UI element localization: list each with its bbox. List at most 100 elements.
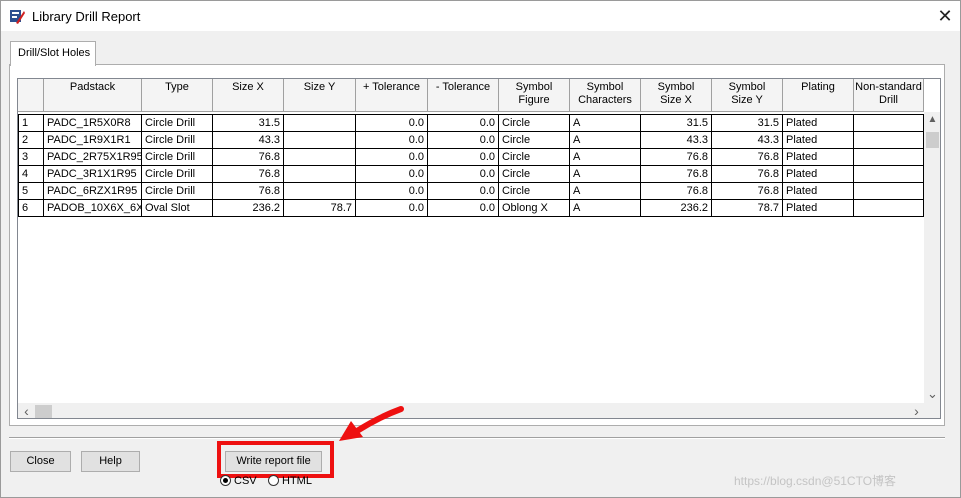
cell-symbol-characters[interactable]: A — [570, 200, 641, 217]
column-header-symbol-size-x[interactable]: Symbol Size X — [641, 79, 712, 112]
cell-minus-tolerance[interactable]: 0.0 — [428, 183, 499, 200]
cell-symbol-figure[interactable]: Circle — [499, 149, 570, 166]
cell-padstack[interactable]: PADC_1R9X1R1 — [44, 132, 142, 149]
column-header-minus-tolerance[interactable]: - Tolerance — [428, 79, 499, 112]
cell-size-x[interactable]: 236.2 — [213, 200, 284, 217]
scroll-right-icon[interactable]: › — [908, 403, 925, 418]
cell-non-standard-drill[interactable] — [854, 149, 924, 166]
cell-type[interactable]: Circle Drill — [142, 132, 213, 149]
table-row[interactable]: 4 PADC_3R1X1R95 Circle Drill 76.8 0.0 0.0 Circ… — [18, 166, 924, 183]
cell-non-standard-drill[interactable] — [854, 183, 924, 200]
csv-radio-indicator[interactable] — [220, 475, 231, 486]
cell-symbol-characters[interactable]: A — [570, 114, 641, 132]
cell-minus-tolerance[interactable]: 0.0 — [428, 166, 499, 183]
cell-row-number[interactable]: 2 — [18, 132, 44, 149]
cell-symbol-size-x[interactable]: 43.3 — [641, 132, 712, 149]
cell-plating[interactable]: Plated — [783, 149, 854, 166]
cell-symbol-figure[interactable]: Circle — [499, 183, 570, 200]
cell-size-y[interactable] — [284, 132, 356, 149]
column-header-row-number[interactable] — [18, 79, 44, 112]
cell-symbol-figure[interactable]: Circle — [499, 132, 570, 149]
close-button[interactable]: Close — [10, 451, 71, 472]
cell-symbol-figure[interactable]: Circle — [499, 114, 570, 132]
horizontal-scroll-thumb[interactable] — [35, 405, 52, 418]
cell-symbol-size-y[interactable]: 31.5 — [712, 114, 783, 132]
cell-symbol-size-y[interactable]: 78.7 — [712, 200, 783, 217]
cell-size-x[interactable]: 76.8 — [213, 166, 284, 183]
cell-size-x[interactable]: 76.8 — [213, 183, 284, 200]
cell-plus-tolerance[interactable]: 0.0 — [356, 114, 428, 132]
cell-symbol-size-y[interactable]: 76.8 — [712, 166, 783, 183]
csv-radio[interactable]: CSV — [220, 475, 257, 487]
cell-row-number[interactable]: 5 — [18, 183, 44, 200]
column-header-type[interactable]: Type — [142, 79, 213, 112]
cell-plating[interactable]: Plated — [783, 114, 854, 132]
cell-minus-tolerance[interactable]: 0.0 — [428, 200, 499, 217]
cell-row-number[interactable]: 6 — [18, 200, 44, 217]
cell-symbol-characters[interactable]: A — [570, 166, 641, 183]
column-header-symbol-size-y[interactable]: Symbol Size Y — [712, 79, 783, 112]
cell-plating[interactable]: Plated — [783, 166, 854, 183]
cell-row-number[interactable]: 3 — [18, 149, 44, 166]
table-row[interactable]: 3 PADC_2R75X1R95 Circle Drill 76.8 0.0 0.0 Cir… — [18, 149, 924, 166]
column-header-non-standard-drill[interactable]: Non-standard Drill — [854, 79, 924, 112]
column-header-size-x[interactable]: Size X — [213, 79, 284, 112]
vertical-scroll-thumb[interactable] — [926, 132, 939, 148]
cell-plating[interactable]: Plated — [783, 200, 854, 217]
cell-padstack[interactable]: PADC_3R1X1R95 — [44, 166, 142, 183]
cell-size-y[interactable] — [284, 114, 356, 132]
cell-type[interactable]: Circle Drill — [142, 114, 213, 132]
cell-size-y[interactable] — [284, 166, 356, 183]
cell-row-number[interactable]: 4 — [18, 166, 44, 183]
cell-minus-tolerance[interactable]: 0.0 — [428, 114, 499, 132]
cell-type[interactable]: Circle Drill — [142, 183, 213, 200]
cell-non-standard-drill[interactable] — [854, 166, 924, 183]
tab-drill-slot-holes[interactable]: Drill/Slot Holes — [10, 41, 96, 66]
cell-plus-tolerance[interactable]: 0.0 — [356, 132, 428, 149]
column-header-plus-tolerance[interactable]: + Tolerance — [356, 79, 428, 112]
cell-symbol-size-y[interactable]: 76.8 — [712, 183, 783, 200]
cell-symbol-characters[interactable]: A — [570, 183, 641, 200]
column-header-symbol-figure[interactable]: Symbol Figure — [499, 79, 570, 112]
cell-size-x[interactable]: 43.3 — [213, 132, 284, 149]
cell-symbol-size-x[interactable]: 31.5 — [641, 114, 712, 132]
cell-symbol-figure[interactable]: Circle — [499, 166, 570, 183]
close-icon[interactable]: ✕ — [931, 5, 959, 27]
cell-non-standard-drill[interactable] — [854, 132, 924, 149]
cell-size-y[interactable] — [284, 149, 356, 166]
cell-padstack[interactable]: PADC_1R5X0R8 — [44, 114, 142, 132]
table-row[interactable]: 1 PADC_1R5X0R8 Circle Drill 31.5 0.0 0.0 Circl… — [18, 114, 924, 132]
cell-type[interactable]: Circle Drill — [142, 149, 213, 166]
table-row[interactable]: 2 PADC_1R9X1R1 Circle Drill 43.3 0.0 0.0 Circl… — [18, 132, 924, 149]
column-header-padstack[interactable]: Padstack — [44, 79, 142, 112]
cell-plus-tolerance[interactable]: 0.0 — [356, 200, 428, 217]
cell-padstack[interactable]: PADC_2R75X1R95 — [44, 149, 142, 166]
cell-plus-tolerance[interactable]: 0.0 — [356, 166, 428, 183]
cell-symbol-characters[interactable]: A — [570, 149, 641, 166]
table-row[interactable]: 6 PADOB_10X6X_6X Oval Slot 236.2 78.7 0.0 0.0 O… — [18, 200, 924, 217]
cell-size-y[interactable]: 78.7 — [284, 200, 356, 217]
cell-plating[interactable]: Plated — [783, 132, 854, 149]
column-header-symbol-characters[interactable]: Symbol Characters — [570, 79, 641, 112]
cell-plus-tolerance[interactable]: 0.0 — [356, 149, 428, 166]
column-header-plating[interactable]: Plating — [783, 79, 854, 112]
column-header-size-y[interactable]: Size Y — [284, 79, 356, 112]
cell-non-standard-drill[interactable] — [854, 200, 924, 217]
cell-symbol-size-x[interactable]: 76.8 — [641, 149, 712, 166]
cell-minus-tolerance[interactable]: 0.0 — [428, 149, 499, 166]
cell-symbol-size-x[interactable]: 76.8 — [641, 183, 712, 200]
html-radio[interactable]: HTML — [268, 475, 312, 487]
scroll-up-icon[interactable]: ▲ — [924, 114, 940, 125]
horizontal-scrollbar[interactable]: ‹ › — [18, 403, 925, 418]
html-radio-indicator[interactable] — [268, 475, 279, 486]
cell-symbol-figure[interactable]: Oblong X — [499, 200, 570, 217]
cell-padstack[interactable]: PADC_6RZX1R95 — [44, 183, 142, 200]
cell-symbol-characters[interactable]: A — [570, 132, 641, 149]
cell-row-number[interactable]: 1 — [18, 114, 44, 132]
cell-symbol-size-y[interactable]: 43.3 — [712, 132, 783, 149]
cell-symbol-size-x[interactable]: 236.2 — [641, 200, 712, 217]
cell-plus-tolerance[interactable]: 0.0 — [356, 183, 428, 200]
cell-minus-tolerance[interactable]: 0.0 — [428, 132, 499, 149]
cell-symbol-size-x[interactable]: 76.8 — [641, 166, 712, 183]
cell-size-x[interactable]: 31.5 — [213, 114, 284, 132]
